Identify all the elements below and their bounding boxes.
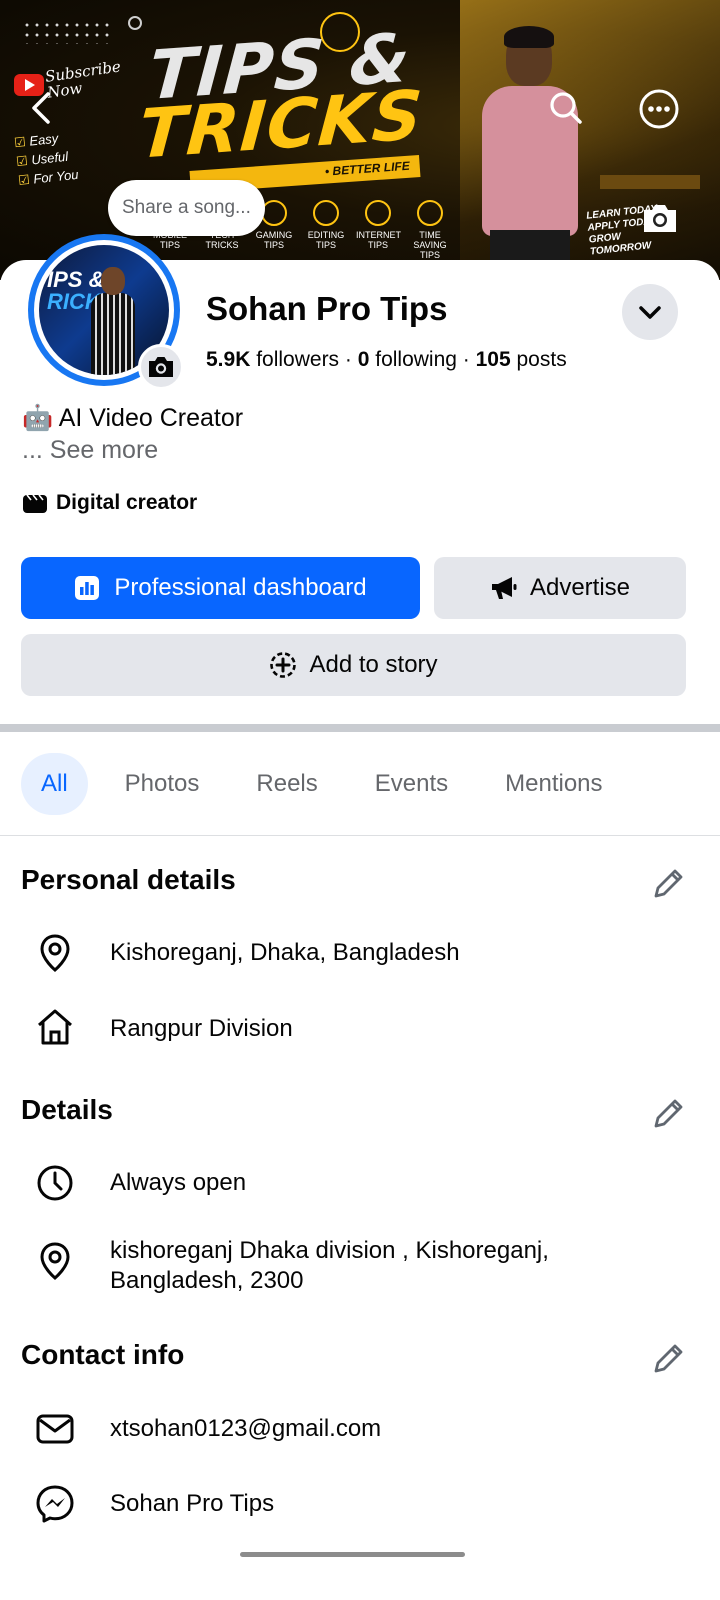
monitor-icon (313, 200, 339, 226)
location-pin-icon (40, 1242, 70, 1280)
back-button[interactable] (22, 88, 62, 128)
following-label: following · (369, 348, 476, 371)
profile-category: Digital creator (22, 491, 197, 515)
address-row: kishoreganj Dhaka division , Kishoreganj… (34, 1236, 694, 1296)
posts-label: posts (510, 348, 567, 371)
more-options-button[interactable] (638, 88, 680, 130)
hours-text: Always open (110, 1169, 247, 1196)
email-row[interactable]: xtsohan0123@gmail.com (34, 1408, 694, 1450)
cover-checklist: Easy Useful For You (13, 127, 80, 190)
advertise-button[interactable]: Advertise (434, 557, 686, 619)
profile-bio: 🤖 AI Video Creator (22, 404, 244, 432)
add-to-story-button[interactable]: Add to story (21, 634, 686, 696)
followers-label: followers · (250, 348, 358, 371)
profile-tabs: All Photos Reels Events Mentions (21, 753, 640, 815)
location-row: Kishoreganj, Dhaka, Bangladesh (34, 932, 694, 974)
gamepad-icon (261, 200, 287, 226)
cover-ring (128, 16, 142, 30)
camera-icon (644, 205, 676, 232)
followers-count[interactable]: 5.9K (206, 348, 250, 371)
location-text: Kishoreganj, Dhaka, Bangladesh (110, 939, 460, 966)
edit-personal-details-button[interactable] (648, 864, 688, 904)
add-story-icon (270, 652, 297, 678)
messenger-row[interactable]: Sohan Pro Tips (34, 1483, 694, 1525)
tab-all[interactable]: All (21, 753, 88, 815)
contact-info-title: Contact info (21, 1339, 185, 1370)
hometown-row: Rangpur Division (34, 1006, 694, 1048)
hometown-text: Rangpur Division (110, 1015, 293, 1042)
see-more-link[interactable]: ... See more (22, 436, 158, 465)
address-text: kishoreganj Dhaka division , Kishoreganj… (110, 1237, 549, 1294)
share-song-bubble[interactable]: Share a song... (108, 180, 265, 236)
add-story-label: Add to story (309, 651, 438, 678)
profile-stats[interactable]: 5.9K followers · 0 following · 105 posts (206, 348, 567, 372)
posts-count: 105 (475, 348, 511, 371)
category-label: Digital creator (56, 491, 198, 514)
tab-reels[interactable]: Reels (236, 753, 337, 815)
tab-mentions[interactable]: Mentions (485, 753, 622, 815)
pencil-icon (654, 1099, 683, 1128)
cover-person-figure (468, 26, 588, 280)
back-arrow-icon (32, 92, 50, 124)
edit-details-button[interactable] (648, 1094, 688, 1134)
edit-cover-camera-button[interactable] (640, 200, 680, 236)
chevron-down-icon (639, 306, 661, 319)
home-icon (38, 1009, 72, 1045)
location-pin-icon (40, 934, 70, 972)
cover-category-internet: INTERNET TIPS (356, 200, 401, 260)
clock-icon (37, 1165, 73, 1201)
clock-icon (417, 200, 443, 226)
cover-title-line2: TRICKS (136, 76, 426, 175)
details-title: Details (21, 1094, 113, 1125)
advertise-label: Advertise (529, 574, 631, 601)
expand-profile-button[interactable] (622, 284, 678, 340)
messenger-icon (36, 1485, 74, 1523)
edit-avatar-camera-button[interactable] (138, 344, 184, 390)
cover-category-editing: EDITING TIPS (304, 200, 348, 260)
pencil-icon (654, 1344, 683, 1373)
messenger-text: Sohan Pro Tips (110, 1490, 275, 1517)
globe-icon (365, 200, 391, 226)
hours-row: Always open (34, 1162, 694, 1204)
cover-category-time: TIME SAVING TIPS (408, 200, 452, 260)
professional-dashboard-button[interactable]: Professional dashboard (21, 557, 420, 619)
tab-photos[interactable]: Photos (105, 753, 220, 815)
dashboard-chart-icon (75, 576, 100, 600)
megaphone-icon (491, 577, 517, 599)
email-text: xtsohan0123@gmail.com (110, 1415, 382, 1442)
search-icon (550, 92, 582, 124)
dashboard-label: Professional dashboard (114, 574, 367, 601)
tabs-divider (0, 835, 720, 836)
pencil-icon (654, 869, 683, 898)
system-home-indicator[interactable] (240, 1552, 465, 1557)
mail-icon (36, 1414, 74, 1444)
profile-name: Sohan Pro Tips (206, 290, 448, 327)
tab-events[interactable]: Events (355, 753, 468, 815)
cover-dot-grid (22, 20, 112, 44)
search-button[interactable] (546, 88, 586, 128)
section-divider (0, 724, 720, 732)
personal-details-title: Personal details (21, 864, 236, 895)
edit-contact-info-button[interactable] (648, 1339, 688, 1379)
following-count[interactable]: 0 (358, 348, 370, 371)
camera-icon (149, 357, 173, 377)
clapperboard-icon (23, 494, 47, 513)
more-icon (639, 89, 679, 129)
cover-desk (600, 175, 700, 189)
